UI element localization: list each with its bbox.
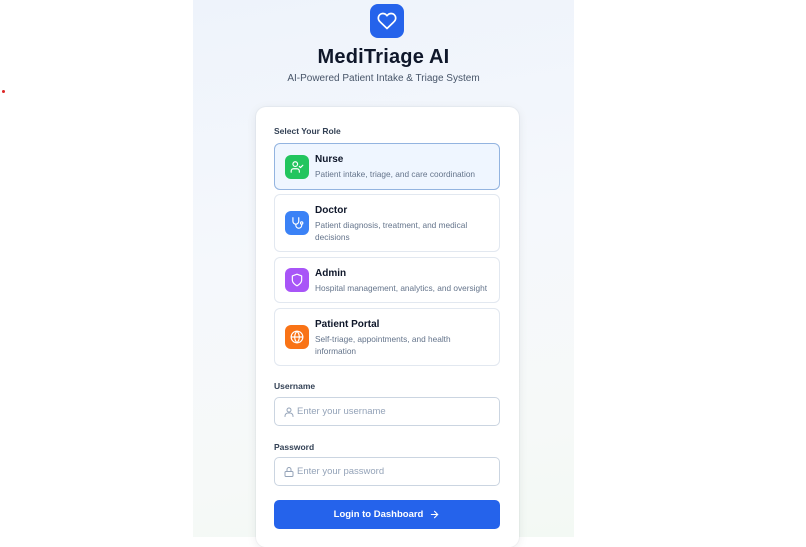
password-label: Password	[274, 442, 315, 452]
lock-icon	[284, 467, 294, 477]
arrow-right-icon	[431, 510, 439, 519]
role-icon-bg-admin	[285, 268, 309, 292]
login-button-label: Login to Dashboard	[333, 509, 424, 520]
username-field-wrap	[274, 397, 500, 426]
role-icon-bg-nurse	[285, 154, 309, 179]
role-title-nurse: Nurse	[315, 154, 344, 165]
stray-dot	[2, 90, 5, 93]
role-icon-bg-patient-portal	[285, 325, 309, 349]
app-subtitle: AI-Powered Patient Intake & Triage Syste…	[287, 73, 480, 84]
app-logo	[370, 4, 404, 38]
user-icon	[284, 407, 294, 417]
app-title: MediTriage AI	[317, 46, 450, 68]
role-section-label: Select Your Role	[274, 126, 341, 136]
username-input[interactable]	[297, 398, 495, 425]
role-desc-admin: Hospital management, analytics, and over…	[315, 283, 488, 293]
login-card: Select Your Role Nurse Patient intake, t…	[256, 107, 519, 547]
role-desc-nurse: Patient intake, triage, and care coordin…	[315, 169, 476, 179]
password-input[interactable]	[297, 458, 495, 485]
login-button[interactable]: Login to Dashboard	[274, 500, 500, 529]
role-option-patient-portal[interactable]: Patient Portal Self-triage, appointments…	[274, 308, 500, 366]
password-field-wrap	[274, 457, 500, 486]
globe-icon	[290, 330, 304, 344]
role-title-admin: Admin	[315, 268, 347, 279]
stethoscope-icon	[292, 217, 304, 229]
user-check-icon	[290, 160, 304, 173]
role-option-admin[interactable]: Admin Hospital management, analytics, an…	[274, 257, 500, 303]
role-option-doctor[interactable]: Doctor Patient diagnosis, treatment, and…	[274, 194, 500, 252]
role-icon-bg-doctor	[285, 211, 309, 235]
role-desc-patient-portal: Self-triage, appointments, and health in…	[315, 334, 451, 356]
username-label: Username	[274, 381, 316, 391]
shield-icon	[291, 273, 303, 287]
role-desc-doctor: Patient diagnosis, treatment, and medica…	[315, 220, 468, 242]
role-option-nurse[interactable]: Nurse Patient intake, triage, and care c…	[274, 143, 500, 190]
role-title-patient-portal: Patient Portal	[315, 319, 380, 330]
role-title-doctor: Doctor	[315, 205, 348, 216]
heart-icon	[377, 12, 397, 30]
